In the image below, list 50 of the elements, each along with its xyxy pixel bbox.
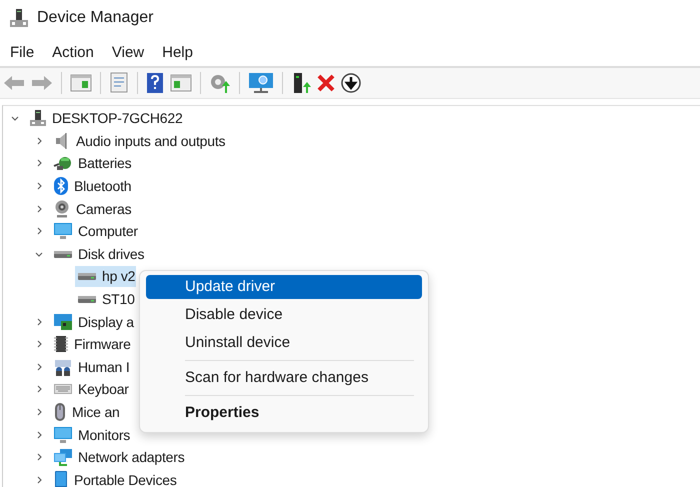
tree-item[interactable]: hp v2 (75, 266, 136, 287)
app-icon (9, 8, 29, 28)
menu-item[interactable]: View (106, 42, 150, 62)
help-icon[interactable] (146, 72, 164, 94)
tree-item[interactable]: ST10 (75, 288, 136, 310)
tree-item[interactable]: DESKTOP-7GCH622 (27, 108, 184, 129)
tree-item[interactable]: Monitors (51, 424, 132, 446)
display-card-icon (53, 312, 73, 331)
menu-item[interactable]: Action (46, 42, 100, 62)
monitor-icon (53, 426, 73, 444)
context-menu-item[interactable]: Properties (146, 401, 422, 425)
context-menu-item[interactable]: Scan for hardware changes (146, 366, 422, 390)
tree-item[interactable]: Batteries (51, 152, 132, 174)
context-menu-item[interactable]: Uninstall device (146, 331, 422, 355)
action-pane-icon[interactable] (170, 73, 192, 93)
tree-item[interactable]: Network adapters (51, 446, 186, 468)
tree-item[interactable]: Human I (51, 356, 131, 378)
context-menu-item[interactable]: Update driver (146, 275, 422, 299)
menu-item[interactable]: File (4, 42, 40, 62)
chip-icon (53, 335, 69, 354)
mouse-icon (53, 402, 67, 422)
tablet-icon (53, 470, 69, 487)
menu-item[interactable]: Help (156, 42, 199, 62)
tree-item[interactable]: Audio inputs and outputs (51, 130, 226, 152)
tree-item[interactable]: Mice an (51, 402, 121, 423)
battery-icon (53, 154, 73, 172)
console-tree-icon[interactable] (70, 73, 92, 93)
tree-item[interactable]: Bluetooth (51, 176, 132, 197)
tree-item[interactable]: Disk drives (51, 243, 146, 264)
tree-item[interactable]: Keyboar (51, 378, 130, 400)
monitor-icon (53, 222, 73, 240)
window-title: Device Manager (37, 9, 154, 27)
computer-icon (29, 109, 47, 128)
tree-item[interactable]: Computer (51, 220, 139, 242)
keyboard-people-icon (53, 358, 73, 376)
tree-item[interactable]: Portable Devices (51, 469, 178, 487)
tree-item[interactable]: Display a (51, 311, 135, 332)
tree-item[interactable]: Firmware (51, 334, 132, 355)
keyboard-icon (53, 382, 73, 396)
tree-item[interactable]: Cameras (51, 198, 132, 220)
uninstall-x-icon[interactable] (317, 74, 335, 92)
download-icon[interactable] (341, 73, 361, 93)
context-menu-item[interactable]: Disable device (146, 303, 422, 327)
update-driver-icon[interactable] (209, 72, 231, 94)
network-icon (53, 448, 73, 466)
webcam-icon (53, 200, 71, 218)
scan-monitor-icon[interactable] (248, 72, 274, 94)
properties-icon[interactable] (109, 72, 129, 94)
enable-device-icon[interactable] (291, 72, 311, 94)
bluetooth-icon (53, 177, 69, 196)
